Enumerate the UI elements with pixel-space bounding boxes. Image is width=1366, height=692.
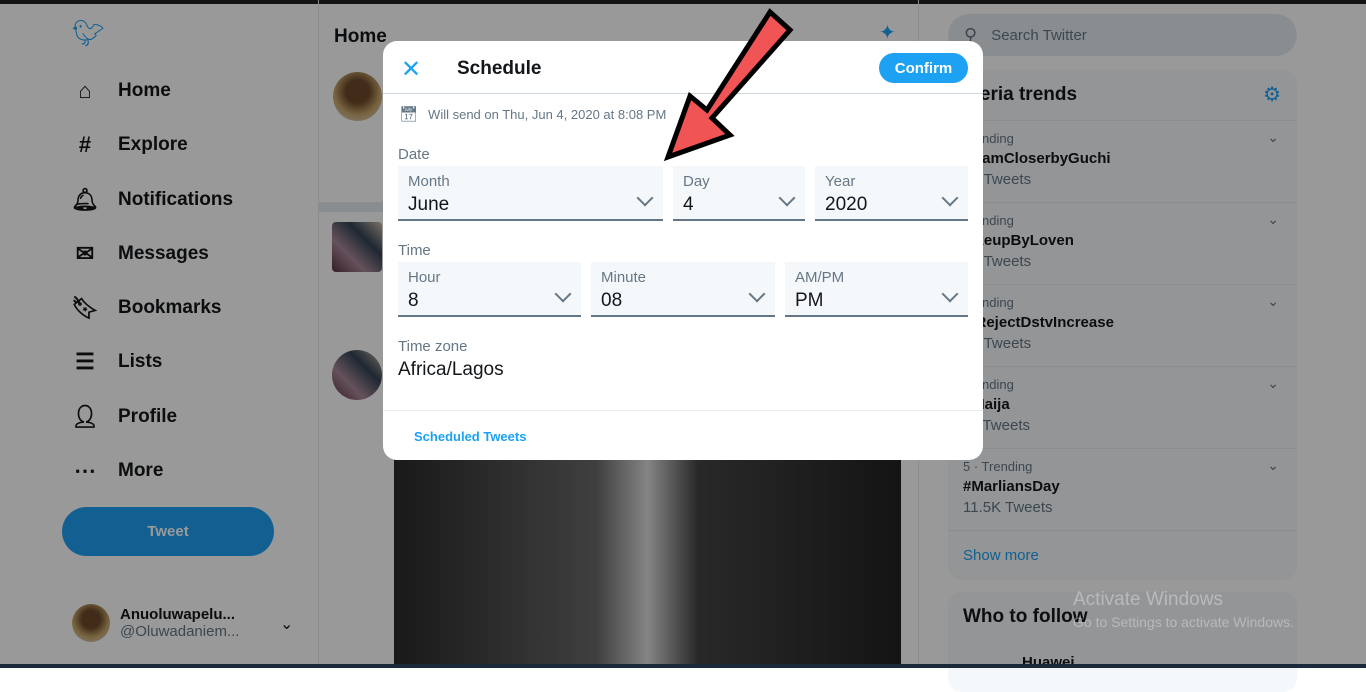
year-select[interactable]: Year 2020 [815, 166, 968, 221]
select-label: Month [408, 173, 450, 190]
chevron-down-icon [778, 189, 796, 207]
select-value: PM [795, 290, 824, 311]
day-select[interactable]: Day 4 [673, 166, 805, 221]
schedule-dialog: ✕ Schedule Confirm 📅︎ Will send on Thu, J… [383, 41, 983, 460]
confirm-button[interactable]: Confirm [879, 53, 968, 83]
select-value: 2020 [825, 194, 868, 215]
taskbar [0, 664, 1366, 668]
select-label: AM/PM [795, 269, 845, 286]
dialog-title: Schedule [457, 58, 542, 79]
select-value: 4 [683, 194, 694, 215]
scheduled-tweets-link[interactable]: Scheduled Tweets [414, 429, 526, 444]
month-select[interactable]: Month June [398, 166, 663, 221]
timezone-value: Africa/Lagos [398, 359, 504, 380]
chevron-down-icon [941, 285, 959, 303]
select-value: June [408, 194, 450, 215]
select-label: Minute [601, 269, 647, 286]
chevron-down-icon [554, 285, 572, 303]
select-value: 08 [601, 290, 623, 311]
select-label: Day [683, 173, 710, 190]
select-value: 8 [408, 290, 419, 311]
calendar-clock-icon: 📅︎ [399, 106, 419, 123]
chevron-down-icon [636, 189, 654, 207]
timezone-label: Time zone [398, 338, 468, 355]
windows-watermark: Activate Windows [1073, 589, 1223, 610]
ampm-select[interactable]: AM/PM PM [785, 262, 968, 317]
schedule-summary: 📅︎ Will send on Thu, Jun 4, 2020 at 8:08 … [399, 105, 666, 123]
chevron-down-icon [941, 189, 959, 207]
time-label: Time [398, 242, 431, 259]
date-label: Date [398, 146, 430, 163]
windows-watermark-sub: Go to Settings to activate Windows. [1073, 614, 1294, 630]
dialog-footer: Scheduled Tweets [383, 410, 983, 460]
schedule-summary-text: Will send on Thu, Jun 4, 2020 at 8:08 PM [428, 106, 667, 122]
hour-select[interactable]: Hour 8 [398, 262, 581, 317]
dialog-header: ✕ Schedule Confirm [383, 41, 983, 94]
select-label: Hour [408, 269, 441, 286]
minute-select[interactable]: Minute 08 [591, 262, 775, 317]
select-label: Year [825, 173, 856, 190]
chevron-down-icon [748, 285, 766, 303]
close-icon[interactable]: ✕ [401, 55, 421, 84]
